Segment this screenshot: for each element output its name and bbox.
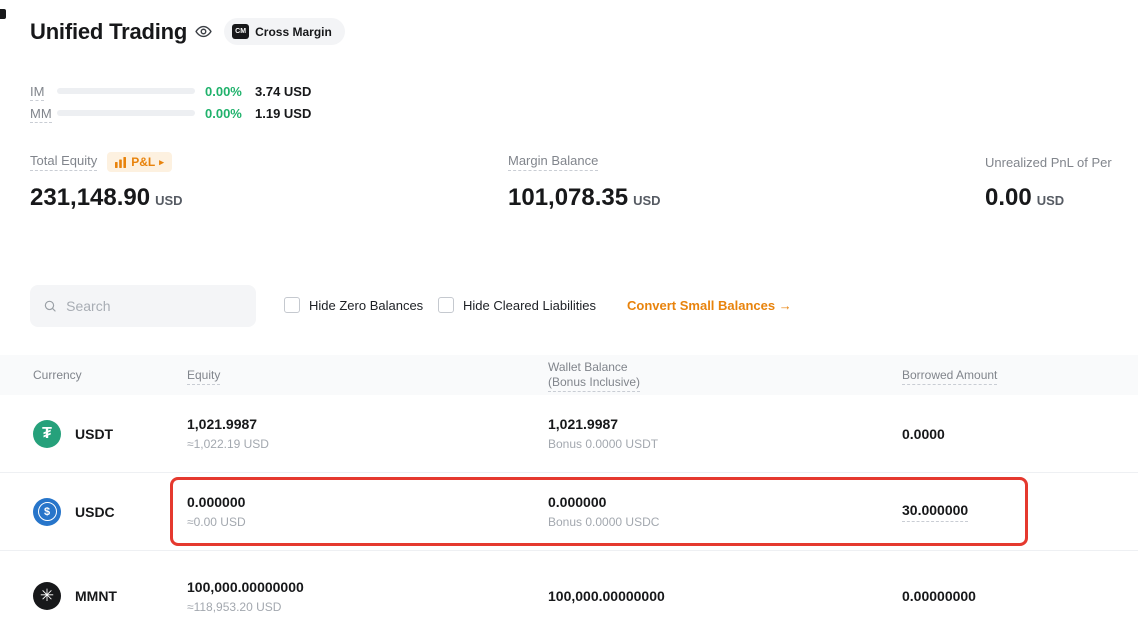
mm-percent: 0.00%	[205, 106, 255, 121]
coin-symbol: USDC	[75, 504, 115, 520]
equity-cell: 100,000.00000000 ≈118,953.20 USD	[187, 579, 548, 614]
unrealized-pnl-value: 0.00USD	[985, 184, 1112, 212]
table-row-mmnt: ✳ MMNT 100,000.00000000 ≈118,953.20 USD …	[0, 551, 1138, 641]
account-stats: Total Equity P&L ▸ 231,148.90USD Margin …	[0, 151, 1138, 221]
im-rate-row: IM 0.00% 3.74 USD	[30, 80, 311, 102]
hide-cleared-liabilities-filter: Hide Cleared Liabilities	[438, 297, 596, 313]
unrealized-pnl-unit: USD	[1037, 193, 1064, 208]
search-box[interactable]	[30, 285, 256, 327]
mmnt-coin-icon: ✳	[33, 582, 61, 610]
stat-margin-balance: Margin Balance 101,078.35USD	[508, 151, 661, 212]
equity-cell: 1,021.9987 ≈1,022.19 USD	[187, 416, 548, 451]
mm-label: MM	[30, 106, 57, 121]
mm-rate-row: MM 0.00% 1.19 USD	[30, 102, 311, 124]
balances-table: Currency Equity Wallet Balance (Bonus In…	[0, 355, 1138, 641]
total-equity-value: 231,148.90USD	[30, 184, 183, 212]
pnl-button[interactable]: P&L ▸	[107, 152, 172, 172]
wallet-balance-cell: 0.000000 Bonus 0.0000 USDC	[548, 494, 902, 529]
wallet-balance-cell: 100,000.00000000	[548, 588, 902, 604]
coin-symbol: MMNT	[75, 588, 117, 604]
margin-balance-unit: USD	[633, 193, 660, 208]
col-header-borrowed-amount: Borrowed Amount	[902, 368, 1138, 382]
hide-cleared-liabilities-checkbox[interactable]	[438, 297, 454, 313]
col-header-currency: Currency	[33, 368, 187, 382]
usdt-coin-icon: ₮	[33, 420, 61, 448]
unrealized-pnl-label: Unrealized PnL of Per	[985, 155, 1112, 170]
hide-cleared-liabilities-label: Hide Cleared Liabilities	[463, 298, 596, 313]
chart-bars-icon	[115, 157, 127, 168]
clipped-edge-artifact	[0, 9, 6, 19]
hide-zero-balances-filter: Hide Zero Balances	[284, 297, 423, 313]
cross-margin-badge[interactable]: CM Cross Margin	[224, 18, 345, 45]
im-value: 3.74 USD	[255, 84, 311, 99]
equity-cell: 0.000000 ≈0.00 USD	[187, 494, 548, 529]
borrowed-amount-cell: 0.0000	[902, 426, 1138, 442]
stat-unrealized-pnl: Unrealized PnL of Per 0.00USD	[985, 151, 1112, 212]
coin-symbol: USDT	[75, 426, 113, 442]
cross-margin-icon: CM	[232, 24, 249, 39]
page-title: Unified Trading	[30, 19, 187, 45]
cross-margin-label: Cross Margin	[255, 25, 332, 39]
hide-zero-balances-label: Hide Zero Balances	[309, 298, 423, 313]
account-header: Unified Trading CM Cross Margin	[30, 18, 345, 45]
mm-progress-bar	[57, 110, 195, 116]
total-equity-unit: USD	[155, 193, 182, 208]
table-row-usdc: $ USDC 0.000000 ≈0.00 USD 0.000000 Bonus…	[0, 473, 1138, 551]
borrowed-amount-cell: 0.00000000	[902, 588, 1138, 604]
pnl-label: P&L	[131, 155, 155, 169]
usdc-coin-icon: $	[33, 498, 61, 526]
wallet-balance-cell: 1,021.9987 Bonus 0.0000 USDT	[548, 416, 902, 451]
margin-balance-label: Margin Balance	[508, 153, 598, 171]
total-equity-label: Total Equity	[30, 153, 97, 171]
mm-value: 1.19 USD	[255, 106, 311, 121]
table-header-row: Currency Equity Wallet Balance (Bonus In…	[0, 355, 1138, 395]
filter-bar: Hide Zero Balances Hide Cleared Liabilit…	[0, 285, 1138, 327]
col-header-equity: Equity	[187, 368, 548, 382]
margin-rates: IM 0.00% 3.74 USD MM 0.00% 1.19 USD	[30, 80, 311, 124]
currency-cell: ✳ MMNT	[33, 582, 187, 610]
hide-zero-balances-checkbox[interactable]	[284, 297, 300, 313]
stat-total-equity: Total Equity P&L ▸ 231,148.90USD	[30, 151, 183, 212]
currency-cell: ₮ USDT	[33, 420, 187, 448]
margin-balance-value: 101,078.35USD	[508, 184, 661, 212]
chevron-right-icon: ▸	[159, 157, 164, 168]
borrowed-amount-cell: 30.000000	[902, 502, 1138, 522]
im-progress-bar	[57, 88, 195, 94]
currency-cell: $ USDC	[33, 498, 187, 526]
search-icon	[43, 298, 57, 314]
search-input[interactable]	[66, 298, 243, 314]
im-label: IM	[30, 84, 57, 99]
im-percent: 0.00%	[205, 84, 255, 99]
table-row-usdt: ₮ USDT 1,021.9987 ≈1,022.19 USD 1,021.99…	[0, 395, 1138, 473]
eye-icon[interactable]	[195, 23, 212, 40]
col-header-wallet-balance: Wallet Balance (Bonus Inclusive)	[548, 360, 902, 390]
convert-small-balances-link[interactable]: Convert Small Balances →	[627, 298, 792, 313]
